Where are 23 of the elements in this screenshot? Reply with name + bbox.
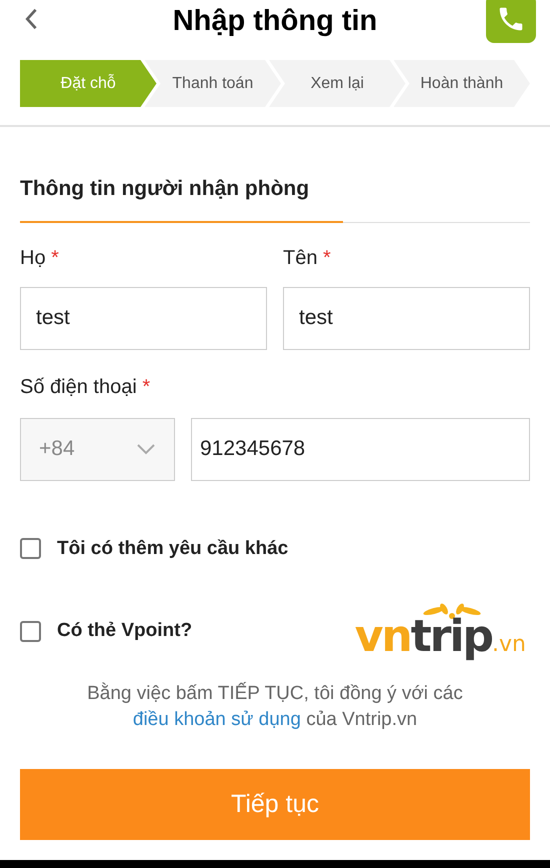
checkbox[interactable]: [20, 538, 41, 560]
checkbox[interactable]: [20, 620, 41, 642]
progress-step: Đặt chỗ: [20, 60, 156, 107]
field-label: Số điện thoại *: [20, 376, 150, 398]
terms-text: Bằng việc bấm TIẾP TỤC, tôi đồng ý với các điều khoản sử dụng của Vntrip.vn: [86, 681, 464, 732]
checkbox-label: Tôi có thêm yêu cầu khác: [57, 536, 288, 560]
page-title: Nhập thông tin: [172, 4, 378, 40]
phone-field[interactable]: 912345678: [191, 418, 530, 480]
text-field[interactable]: test: [20, 286, 267, 350]
chevron-down-icon: [136, 443, 156, 455]
terms-link[interactable]: điều khoản sử dụng: [132, 709, 301, 730]
field-label: Họ *: [20, 246, 60, 270]
progress-step: Xem lại: [269, 60, 406, 107]
logo-rays-icon: [422, 603, 482, 619]
phone-button[interactable]: [486, 0, 536, 43]
back-icon[interactable]: [24, 8, 38, 30]
text-field[interactable]: test: [283, 286, 530, 350]
section-title: Thông tin người nhận phòng: [20, 173, 343, 222]
checkbox-label: Có thẻ Vpoint?: [57, 618, 192, 643]
progress-step: Thanh toán: [144, 60, 281, 107]
field-label: Tên *: [283, 246, 332, 270]
vntrip-logo: vntrip.vn: [354, 603, 526, 659]
progress-step: Hoàn thành: [394, 60, 530, 107]
